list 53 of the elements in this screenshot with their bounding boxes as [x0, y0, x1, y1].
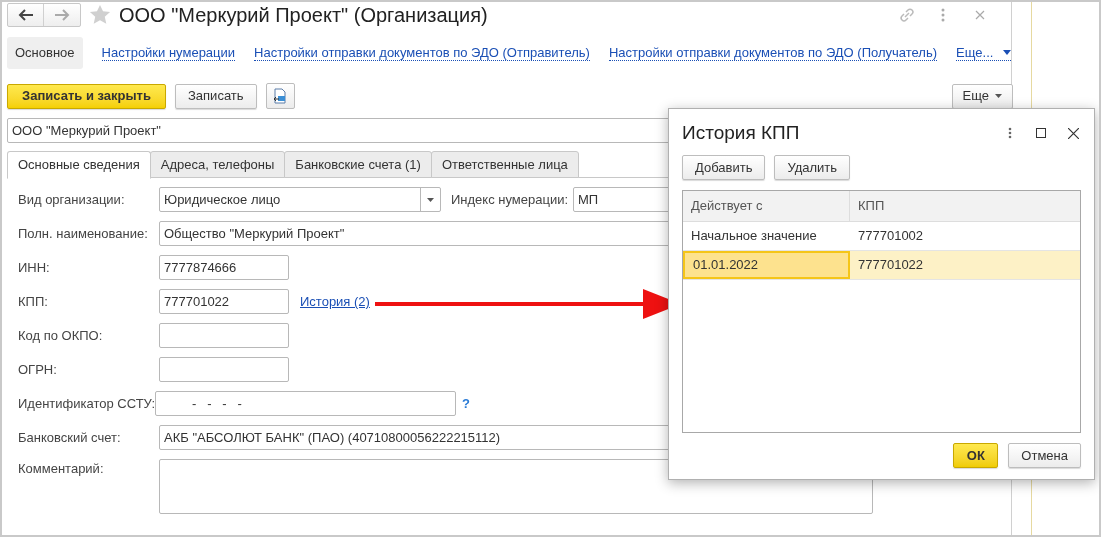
field-label: Индекс нумерации: — [451, 190, 569, 209]
table-row[interactable]: 01.01.2022 777701022 — [683, 251, 1080, 280]
caret-icon — [1003, 50, 1012, 55]
maximize-icon[interactable] — [1036, 128, 1046, 138]
back-arrow-icon — [17, 9, 34, 21]
link-icon[interactable] — [899, 7, 915, 23]
star-icon[interactable] — [89, 4, 111, 26]
window-title: ООО "Меркурий Проект" (Организация) — [119, 3, 488, 28]
field-label: ИНН: — [18, 258, 51, 277]
nav-link[interactable]: Настройки нумерации — [101, 45, 236, 61]
inn-field[interactable]: 7777874666 — [159, 255, 289, 280]
dialog-title: История КПП — [682, 120, 801, 145]
okpo-field[interactable] — [159, 323, 289, 348]
add-button[interactable]: Добавить — [682, 155, 766, 180]
nav-link[interactable]: Основное — [7, 37, 83, 69]
tab[interactable]: Банковские счета (1) — [284, 151, 432, 178]
tab[interactable]: Адреса, телефоны — [149, 151, 286, 178]
table-cell-text: 777701022 — [857, 256, 925, 275]
column-header: Действует с — [683, 191, 850, 221]
document-icon[interactable] — [265, 83, 295, 109]
nav-link[interactable]: Настройки отправки документов по ЭДО (Получатель) — [608, 45, 938, 61]
cancel-button[interactable]: Отмена — [1008, 443, 1081, 468]
tab[interactable]: Основные сведения — [7, 151, 151, 179]
save-button[interactable]: Записать — [175, 83, 257, 109]
sstu-field[interactable]: - - - - — [155, 391, 456, 416]
delete-button[interactable]: Удалить — [774, 155, 851, 180]
caret-icon — [995, 94, 1002, 98]
table-cell: 01.01.2022 — [683, 251, 850, 279]
field-label: Полн. наименование: — [18, 224, 149, 243]
more-options-icon[interactable] — [1008, 127, 1012, 139]
field-label: Вид организации: — [18, 190, 126, 209]
save-close-button[interactable]: Записать и закрыть — [7, 83, 166, 109]
column-header: КПП — [857, 197, 886, 216]
field-label: Идентификатор ССТУ: — [18, 394, 155, 413]
field-label: Комментарий: — [18, 460, 105, 478]
caret-icon — [427, 197, 434, 202]
ok-button[interactable]: ОК — [953, 443, 999, 468]
table-cell-text: Начальное значение — [690, 227, 818, 246]
forward-arrow-icon — [54, 9, 70, 21]
field-label: ОГРН: — [18, 360, 58, 379]
more-button[interactable]: Еще — [951, 83, 1013, 109]
nav-link[interactable]: Настройки отправки документов по ЭДО (Отправитель) — [254, 45, 590, 61]
ogrn-field[interactable] — [159, 357, 289, 382]
tab[interactable]: Ответственные лица — [430, 151, 579, 178]
field-label: Код по ОКПО: — [18, 326, 104, 345]
close-icon[interactable] — [1068, 127, 1079, 139]
help-link[interactable]: ? — [462, 393, 470, 414]
more-menu-link[interactable]: Еще... — [956, 45, 1012, 61]
history-link[interactable]: История (2) — [300, 291, 370, 312]
field-label: КПП: — [18, 292, 49, 311]
kpp-field[interactable]: 777701022 — [159, 289, 289, 314]
organization-type-select[interactable]: Юридическое лицо — [159, 187, 441, 212]
field-label: Банковский счет: — [18, 428, 122, 447]
